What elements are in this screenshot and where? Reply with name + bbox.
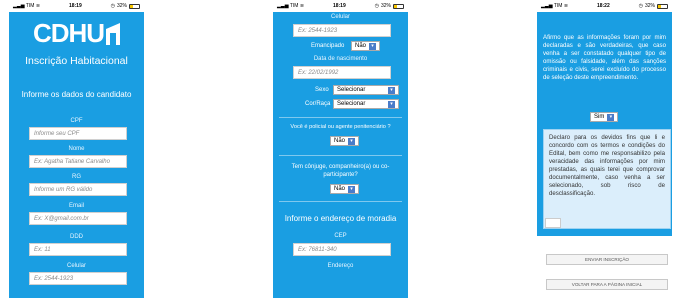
battery-percent: 32% bbox=[644, 3, 655, 9]
affirm-text: Afirmo que as informações foram por mim … bbox=[543, 34, 666, 81]
battery-percent: 32% bbox=[116, 3, 127, 9]
cor-label: Cor/Raça bbox=[305, 101, 331, 107]
carrier: ▂▃▅ TIM ≋ bbox=[13, 3, 41, 9]
phone-screen-1: ▂▃▅ TIM ≋ 18:19 ◷ 32% CDHU Inscrição Habi… bbox=[9, 0, 144, 298]
rg-input[interactable]: Informe um RG válido bbox=[29, 183, 127, 196]
phone-screen-2: ▂▃▅ TIM ≋ 18:19 ◷ 32% Celular Ex: 2544-19… bbox=[273, 0, 408, 298]
nascimento-label: Data de nascimento bbox=[313, 56, 368, 62]
cdhu-logo: CDHU bbox=[9, 18, 144, 49]
chevron-down-icon: ▾ bbox=[607, 113, 615, 121]
ddd-label: DDD bbox=[70, 234, 83, 240]
nascimento-input[interactable]: Ex: 22/02/1992 bbox=[293, 66, 391, 79]
divider bbox=[279, 201, 402, 202]
status-bar: ▂▃▅ TIM ≋ 18:22 ◷ 32% bbox=[537, 0, 672, 12]
chevron-down-icon: ▾ bbox=[388, 100, 395, 108]
chevron-down-icon: ▾ bbox=[348, 185, 356, 193]
chevron-down-icon: ▾ bbox=[369, 42, 377, 50]
endereco-label: Endereço bbox=[327, 263, 354, 269]
battery-icon bbox=[129, 3, 140, 9]
conjuge-question: Tem cônjuge, companheiro(a) ou co-partic… bbox=[291, 164, 390, 178]
status-time: 18:22 bbox=[596, 3, 610, 9]
signal-icon: ▂▃▅ bbox=[277, 3, 289, 9]
section-title: Informe os dados do candidato bbox=[21, 90, 132, 99]
cpf-input[interactable]: Informe seu CPF bbox=[29, 127, 127, 140]
email-label: Email bbox=[68, 203, 84, 209]
status-time: 18:19 bbox=[68, 3, 82, 9]
chevron-down-icon: ▾ bbox=[348, 137, 356, 145]
agree-checkbox[interactable] bbox=[545, 218, 561, 228]
signal-icon: ▂▃▅ bbox=[541, 3, 553, 9]
email-input[interactable]: Ex: X@gmail.com.br bbox=[29, 212, 127, 225]
carrier: ▂▃▅ TIM ≋ bbox=[541, 3, 569, 9]
logo-text: CDHU bbox=[32, 18, 105, 48]
wifi-icon: ≋ bbox=[563, 3, 569, 9]
alarm-icon: ◷ bbox=[638, 3, 643, 9]
policial-select[interactable]: Não ▾ bbox=[330, 136, 360, 146]
celular-label: Celular bbox=[330, 14, 350, 20]
emancipado-label: Emancipado bbox=[311, 43, 345, 49]
sexo-label: Sexo bbox=[315, 87, 329, 93]
cep-label: CEP bbox=[334, 233, 347, 239]
wifi-icon: ≋ bbox=[35, 3, 41, 9]
chevron-down-icon: ▾ bbox=[388, 86, 395, 94]
celular-input[interactable]: Ex: 2544-1923 bbox=[29, 272, 127, 285]
affirm-select[interactable]: Sim ▾ bbox=[590, 112, 619, 122]
policial-question: Você é policial ou agente penitenciário … bbox=[290, 124, 391, 130]
cor-select[interactable]: Selecionar ▾ bbox=[333, 99, 399, 109]
status-bar: ▂▃▅ TIM ≋ 18:19 ◷ 32% bbox=[9, 0, 144, 12]
divider bbox=[279, 155, 402, 156]
wifi-icon: ≋ bbox=[299, 3, 305, 9]
logo-mark-icon bbox=[106, 22, 121, 45]
ddd-input[interactable]: Ex: 11 bbox=[29, 243, 127, 256]
divider bbox=[279, 117, 402, 118]
carrier: ▂▃▅ TIM ≋ bbox=[277, 3, 305, 9]
status-time: 18:19 bbox=[332, 3, 346, 9]
battery-icon bbox=[657, 3, 668, 9]
back-home-button[interactable]: VOLTAR PARA A PÁGINA INICIAL bbox=[546, 279, 668, 290]
alarm-icon: ◷ bbox=[374, 3, 379, 9]
battery-icon bbox=[393, 3, 404, 9]
sexo-select[interactable]: Selecionar ▾ bbox=[333, 85, 399, 95]
celular-input[interactable]: Ex: 2544-1923 bbox=[293, 24, 391, 37]
endereco-title: Informe o endereço de moradia bbox=[284, 214, 397, 223]
app-title: Inscrição Habitacional bbox=[25, 55, 128, 67]
declaration-box: Declaro para os devidos fins que li e co… bbox=[543, 129, 671, 229]
battery-percent: 32% bbox=[380, 3, 391, 9]
nome-label: Nome bbox=[68, 146, 85, 152]
emancipado-select[interactable]: Não ▾ bbox=[351, 41, 381, 51]
nome-input[interactable]: Ex: Agatha Tatiane Carvalho bbox=[29, 155, 127, 168]
conjuge-select[interactable]: Não ▾ bbox=[330, 184, 360, 194]
rg-label: RG bbox=[72, 174, 81, 180]
alarm-icon: ◷ bbox=[110, 3, 115, 9]
cpf-label: CPF bbox=[70, 118, 83, 124]
signal-icon: ▂▃▅ bbox=[13, 3, 25, 9]
celular-label: Celular bbox=[66, 263, 86, 269]
footer-area: ENVIAR INSCRIÇÃO VOLTAR PARA A PÁGINA IN… bbox=[537, 236, 672, 298]
status-bar: ▂▃▅ TIM ≋ 18:19 ◷ 32% bbox=[273, 0, 408, 12]
cep-input[interactable]: Ex: 76811-340 bbox=[293, 243, 391, 256]
submit-button[interactable]: ENVIAR INSCRIÇÃO bbox=[546, 254, 668, 265]
phone-screen-3: ▂▃▅ TIM ≋ 18:22 ◷ 32% Afirmo que as infor… bbox=[537, 0, 672, 298]
